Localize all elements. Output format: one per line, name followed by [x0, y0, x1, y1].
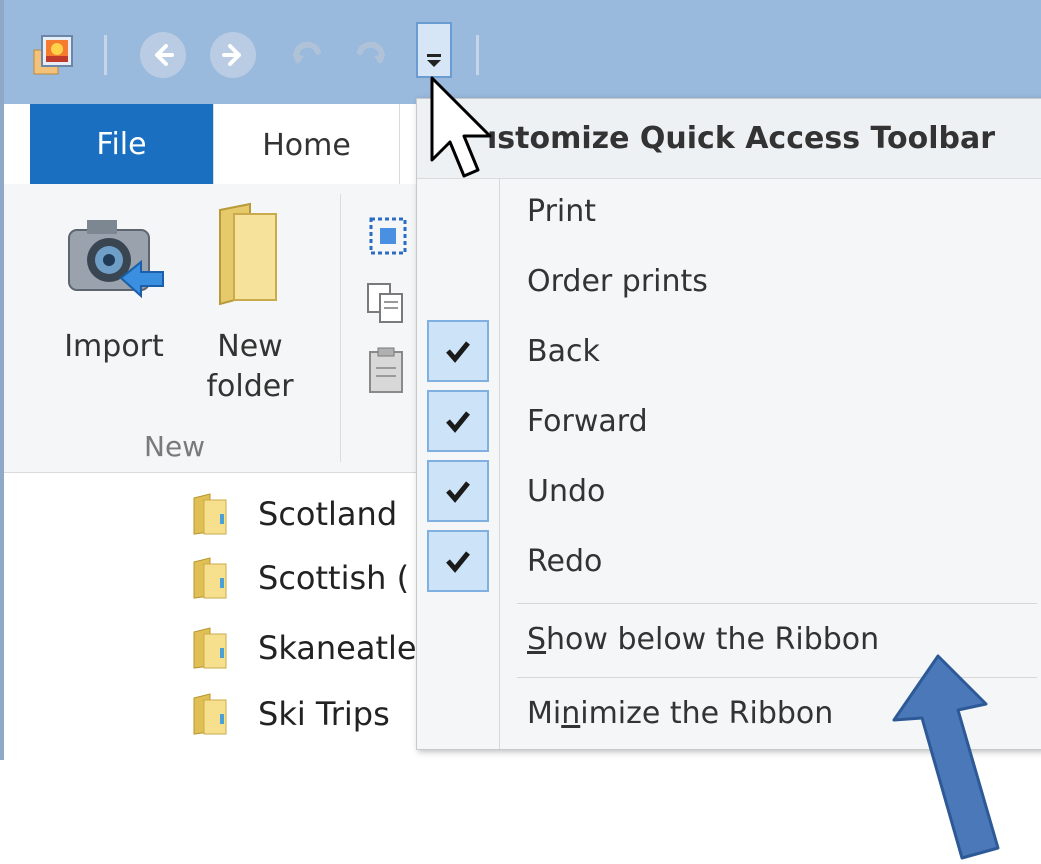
folder-name: Skaneatle — [258, 629, 417, 667]
menu-item-undo[interactable]: Undo — [417, 457, 1041, 527]
qat-separator — [104, 35, 107, 75]
paste-icon[interactable] — [366, 346, 406, 394]
mouse-pointer-icon — [430, 76, 492, 178]
annotation-arrow-icon — [892, 654, 1000, 860]
label-rest: how below the Ribbon — [546, 622, 880, 657]
folder-name: Scottish ( — [258, 559, 410, 597]
accelerator-key: S — [527, 622, 547, 657]
select-all-icon[interactable] — [368, 216, 408, 256]
copy-icon[interactable] — [364, 280, 408, 324]
menu-item-label: Back — [527, 334, 600, 369]
ribbon-group-separator — [340, 194, 341, 462]
list-item[interactable]: Scottish ( — [190, 548, 409, 608]
forward-arrow-icon — [222, 44, 241, 66]
redo-icon[interactable] — [348, 30, 394, 76]
folder-name: Scotland — [258, 495, 398, 533]
camera-import-icon — [68, 220, 164, 299]
menu-item-label: Print — [527, 194, 597, 229]
forward-button[interactable] — [210, 32, 256, 78]
folder-icon — [193, 557, 227, 599]
folder-name: Ski Trips — [258, 695, 390, 733]
customize-qat-dropdown-button[interactable] — [416, 22, 452, 78]
photo-gallery-window: File Home Import New folder New Scotland… — [0, 0, 1041, 760]
quick-access-toolbar — [4, 0, 1041, 104]
menu-item-back[interactable]: Back — [417, 317, 1041, 387]
list-item[interactable]: Skaneatle — [190, 618, 417, 678]
new-folder-label-line1: New — [217, 329, 283, 364]
photo-gallery-app-icon[interactable] — [32, 32, 78, 78]
menu-item-label: Undo — [527, 474, 606, 509]
import-label: Import — [64, 329, 164, 364]
list-item[interactable]: Ski Trips — [190, 684, 390, 744]
menu-item-order-prints[interactable]: Order prints — [417, 247, 1041, 317]
menu-divider — [517, 603, 1037, 604]
menu-item-label: Show below the Ribbon — [527, 605, 879, 675]
undo-icon[interactable] — [284, 30, 330, 76]
label-rest: imize the Ribbon — [580, 696, 834, 731]
import-button[interactable]: Import — [54, 200, 174, 367]
menu-item-forward[interactable]: Forward — [417, 387, 1041, 457]
ribbon-group-new-label: New — [144, 430, 206, 463]
tab-home[interactable]: Home — [213, 104, 400, 186]
folder-icon — [193, 627, 227, 669]
list-item[interactable]: Scotland — [190, 484, 397, 544]
dropdown-arrow-icon — [427, 54, 441, 67]
new-folder-button[interactable]: New folder — [190, 200, 310, 407]
folder-icon — [193, 693, 227, 735]
accelerator-key: n — [561, 696, 581, 731]
menu-title: ıstomize Quick Access Toolbar — [417, 99, 1041, 179]
checkmark-icon — [427, 390, 489, 452]
qat-separator — [476, 35, 479, 75]
folder-icon — [219, 202, 277, 306]
folder-icon — [193, 493, 227, 535]
new-folder-label-line2: folder — [206, 369, 294, 404]
label-prefix: Mi — [527, 696, 562, 731]
checkmark-icon — [427, 320, 489, 382]
menu-item-label: Forward — [527, 404, 648, 439]
back-arrow-icon — [155, 44, 174, 66]
back-button[interactable] — [140, 32, 186, 78]
menu-item-label: Order prints — [527, 264, 708, 299]
menu-item-label: Minimize the Ribbon — [527, 679, 833, 749]
menu-item-print[interactable]: Print — [417, 177, 1041, 247]
menu-item-redo[interactable]: Redo — [417, 527, 1041, 597]
checkmark-icon — [427, 530, 489, 592]
checkmark-icon — [427, 460, 489, 522]
tab-file[interactable]: File — [30, 104, 213, 184]
menu-item-label: Redo — [527, 544, 603, 579]
